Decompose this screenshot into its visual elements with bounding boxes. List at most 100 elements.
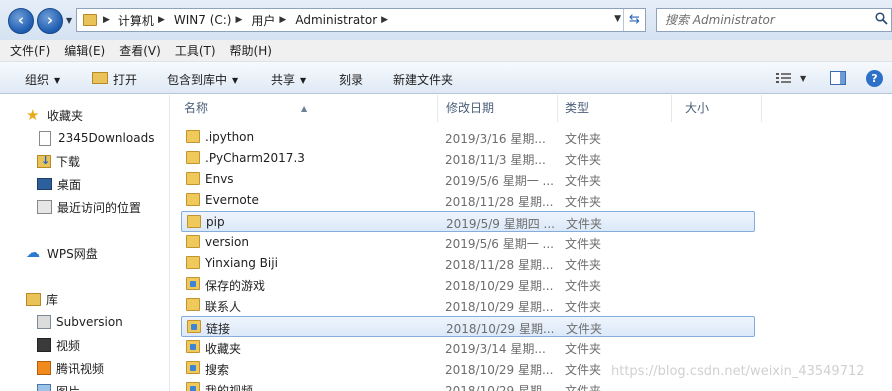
file-name: 搜索 <box>205 363 230 377</box>
menu-tools[interactable]: 工具(T) <box>175 42 216 59</box>
nav-item-desktop[interactable]: 桌面 <box>37 174 81 194</box>
share-button[interactable]: 共享 ▼ <box>271 71 306 88</box>
path-dropdown-icon[interactable]: ▼ <box>614 14 621 24</box>
breadcrumb-administrator[interactable]: Administrator <box>295 13 377 27</box>
preview-pane-icon[interactable] <box>830 71 846 85</box>
subversion-library-icon <box>37 315 51 329</box>
column-header-date-label: 修改日期 <box>446 101 495 115</box>
breadcrumb-separator-icon[interactable]: ▶ <box>158 15 165 25</box>
nav-item-2345downloads[interactable]: 2345Downloads <box>37 128 154 148</box>
refresh-icon[interactable]: ⇆ <box>623 9 645 31</box>
nav-wps-drive[interactable]: ☁ WPS网盘 <box>26 243 98 263</box>
column-header-date[interactable]: 修改日期 <box>433 95 558 122</box>
sort-ascending-icon: ▲ <box>301 104 308 113</box>
folder-icon <box>186 193 200 206</box>
nav-item-videos[interactable]: 视频 <box>37 335 80 355</box>
burn-button[interactable]: 刻录 <box>339 71 363 88</box>
back-button[interactable]: ‹ <box>8 8 34 34</box>
recent-pages-dropdown-icon[interactable]: ▼ <box>66 16 72 25</box>
file-date: 2018/10/29 星期... <box>445 279 554 293</box>
nav-item-downloads[interactable]: 下载 <box>37 151 80 171</box>
file-type: 文件夹 <box>565 300 602 314</box>
include-in-library-button[interactable]: 包含到库中 ▼ <box>167 71 238 88</box>
address-bar: ‹ › ▼ ▶ 计算机 ▶ WIN7 (C:) ▶ 用户 ▶ Administr… <box>0 0 892 40</box>
menu-file[interactable]: 文件(F) <box>10 42 50 59</box>
nav-item-label: 下载 <box>56 154 81 169</box>
file-row[interactable]: 收藏夹 2019/3/14 星期... 文件夹 <box>181 337 755 358</box>
folder-icon <box>186 382 200 391</box>
organize-label: 组织 <box>25 73 50 87</box>
breadcrumb-separator-icon[interactable]: ▶ <box>235 15 242 25</box>
file-name: .PyCharm2017.3 <box>205 151 305 165</box>
file-row[interactable]: 我的视频 2018/10/29 星期... 文件夹 <box>181 379 755 391</box>
organize-button[interactable]: 组织 ▼ <box>25 71 60 88</box>
column-header-type-label: 类型 <box>565 101 590 115</box>
column-header-name[interactable]: 名称 ▲ <box>171 95 438 122</box>
file-row[interactable]: version 2019/5/6 星期一 ... 文件夹 <box>181 232 755 253</box>
nav-item-pictures[interactable]: 图片 <box>37 381 80 391</box>
file-date: 2019/5/9 星期四 ... <box>446 217 555 231</box>
column-header-type[interactable]: 类型 <box>552 95 672 122</box>
help-icon[interactable]: ? <box>866 70 883 87</box>
nav-item-tencent-video[interactable]: 腾讯视频 <box>37 358 104 378</box>
breadcrumb-drive[interactable]: WIN7 (C:) <box>174 13 232 27</box>
breadcrumb-users[interactable]: 用户 <box>251 12 275 29</box>
breadcrumb-separator-icon[interactable]: ▶ <box>279 15 286 25</box>
search-icon[interactable] <box>875 12 888 25</box>
nav-item-recent-places[interactable]: 最近访问的位置 <box>37 197 141 217</box>
path-box[interactable]: ▶ 计算机 ▶ WIN7 (C:) ▶ 用户 ▶ Administrator ▶… <box>76 8 646 32</box>
star-icon: ★ <box>26 106 40 124</box>
file-row[interactable]: Envs 2019/5/6 星期一 ... 文件夹 <box>181 169 755 190</box>
file-row[interactable]: 保存的游戏 2018/10/29 星期... 文件夹 <box>181 274 755 295</box>
folder-icon <box>186 151 200 164</box>
nav-favorites-label: 收藏夹 <box>47 108 84 123</box>
menu-help[interactable]: 帮助(H) <box>230 42 272 59</box>
file-name: 链接 <box>206 322 231 336</box>
forward-button[interactable]: › <box>37 8 63 34</box>
burn-label: 刻录 <box>339 73 364 87</box>
file-type: 文件夹 <box>565 237 602 251</box>
nav-libraries-label: 库 <box>46 292 59 307</box>
file-name: 联系人 <box>205 300 242 314</box>
new-folder-button[interactable]: 新建文件夹 <box>393 71 453 88</box>
file-row[interactable]: .ipython 2019/3/16 星期... 文件夹 <box>181 127 755 148</box>
library-icon <box>26 292 41 306</box>
file-row[interactable]: .PyCharm2017.3 2018/11/3 星期... 文件夹 <box>181 148 755 169</box>
nav-libraries[interactable]: 库 <box>26 289 58 309</box>
breadcrumb-computer[interactable]: 计算机 <box>118 12 154 29</box>
include-in-library-label: 包含到库中 <box>167 73 228 87</box>
open-button[interactable]: 打开 <box>113 71 137 88</box>
menu-view[interactable]: 查看(V) <box>119 42 161 59</box>
folder-icon <box>187 320 201 333</box>
folder-icon <box>186 256 200 269</box>
nav-favorites[interactable]: ★ 收藏夹 <box>26 105 83 125</box>
view-options-icon[interactable] <box>776 72 792 85</box>
new-folder-label: 新建文件夹 <box>393 73 454 87</box>
file-name: Yinxiang Biji <box>205 256 278 270</box>
view-dropdown-icon[interactable]: ▼ <box>800 74 806 83</box>
search-input[interactable] <box>657 9 857 31</box>
file-type: 文件夹 <box>566 217 603 231</box>
chevron-down-icon: ▼ <box>54 76 61 85</box>
file-type: 文件夹 <box>565 363 602 377</box>
breadcrumb-separator-icon[interactable]: ▶ <box>103 15 110 25</box>
menu-edit[interactable]: 编辑(E) <box>64 42 105 59</box>
video-library-icon <box>37 338 51 352</box>
file-date: 2019/5/6 星期一 ... <box>445 237 554 251</box>
file-row[interactable]: 联系人 2018/10/29 星期... 文件夹 <box>181 295 755 316</box>
nav-item-subversion[interactable]: Subversion <box>37 312 123 332</box>
file-row[interactable]: 链接 2018/10/29 星期... 文件夹 <box>181 316 755 337</box>
file-row[interactable]: Yinxiang Biji 2018/11/28 星期... 文件夹 <box>181 253 755 274</box>
cloud-icon: ☁ <box>26 245 40 261</box>
column-header-size[interactable]: 大小 <box>672 95 762 122</box>
nav-item-label: 桌面 <box>57 177 82 192</box>
nav-item-label: 视频 <box>56 338 81 353</box>
file-row[interactable]: Evernote 2018/11/28 星期... 文件夹 <box>181 190 755 211</box>
search-box[interactable] <box>656 8 892 32</box>
file-list-pane: 名称 ▲ 修改日期 类型 大小 .ipython 2019/3/16 星期... 文… <box>171 95 892 391</box>
file-row[interactable]: pip 2019/5/9 星期四 ... 文件夹 <box>181 211 755 232</box>
chevron-down-icon: ▼ <box>300 76 307 85</box>
tencent-video-icon <box>37 361 51 375</box>
breadcrumb-separator-icon[interactable]: ▶ <box>381 15 388 25</box>
folder-icon <box>186 298 200 311</box>
